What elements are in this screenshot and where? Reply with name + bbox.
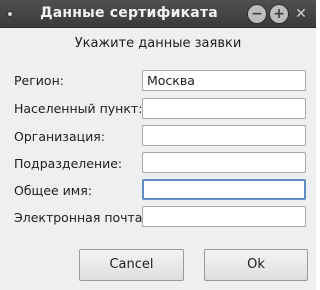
- minimize-icon[interactable]: −: [248, 5, 266, 23]
- email-label: Электронная почта:: [14, 210, 147, 225]
- organization-field[interactable]: [142, 125, 306, 146]
- certificate-dialog: Данные сертификата − + ✕ Укажите данные …: [0, 0, 316, 290]
- region-field[interactable]: [142, 70, 306, 91]
- title-bar[interactable]: Данные сертификата − + ✕: [0, 0, 316, 28]
- common-name-label: Общее имя:: [14, 183, 92, 198]
- close-icon[interactable]: ✕: [293, 6, 309, 22]
- maximize-icon[interactable]: +: [270, 5, 288, 23]
- cancel-button[interactable]: Cancel: [79, 249, 184, 281]
- locality-label: Населенный пункт:: [14, 101, 143, 116]
- locality-field[interactable]: [142, 98, 306, 119]
- region-label: Регион:: [14, 73, 64, 88]
- ok-button[interactable]: Ok: [204, 249, 308, 281]
- organization-label: Организация:: [14, 129, 105, 144]
- department-label: Подразделение:: [14, 156, 123, 171]
- department-field[interactable]: [142, 152, 306, 173]
- form-heading: Укажите данные заявки: [74, 36, 242, 51]
- common-name-field[interactable]: [142, 179, 306, 200]
- email-field[interactable]: [142, 206, 306, 227]
- window-title: Данные сертификата: [40, 5, 218, 21]
